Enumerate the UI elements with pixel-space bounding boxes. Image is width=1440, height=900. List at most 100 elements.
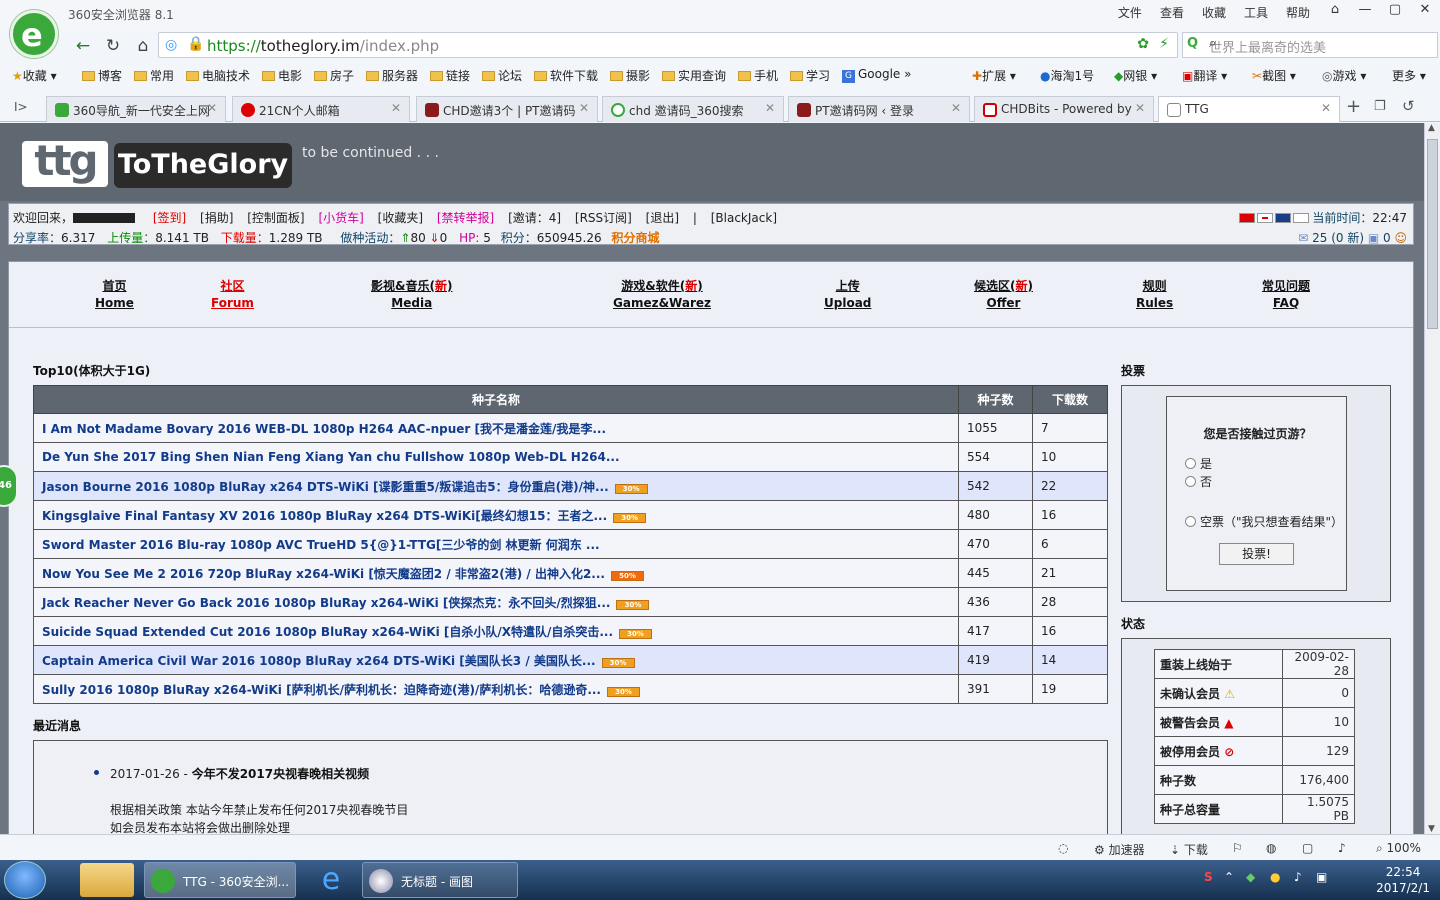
news-item[interactable]: 2017-01-26 - 今年不发2017央视春晚相关视频 bbox=[110, 765, 369, 782]
downloads-count[interactable]: 19 bbox=[1032, 674, 1108, 704]
seed-up-value[interactable]: 80 bbox=[410, 231, 425, 245]
seeders-count[interactable]: 480 bbox=[958, 500, 1033, 530]
bookmark-folder[interactable]: 电脑技术 bbox=[186, 67, 250, 84]
table-row[interactable]: Sword Master 2016 Blu-ray 1080p AVC True… bbox=[33, 529, 1108, 559]
menu-help[interactable]: 帮助 bbox=[1286, 4, 1310, 21]
mail-icon[interactable]: ✉ bbox=[1298, 231, 1308, 245]
tab-chdbits[interactable]: CHDBits - Powered by ✕ bbox=[974, 96, 1154, 122]
seeders-count[interactable]: 445 bbox=[958, 558, 1033, 588]
bookmark-folder[interactable]: 博客 bbox=[82, 67, 122, 84]
seeders-count[interactable]: 554 bbox=[958, 442, 1033, 472]
browser-logo-icon[interactable]: e bbox=[10, 10, 58, 58]
tool-bank[interactable]: ◆网银 ▾ bbox=[1114, 67, 1157, 84]
torrent-name-link[interactable]: Sword Master 2016 Blu-ray 1080p AVC True… bbox=[33, 529, 959, 559]
outbox-count[interactable]: 0 bbox=[1383, 231, 1391, 245]
scroll-down-icon[interactable]: ▼ bbox=[1428, 824, 1435, 834]
torrent-name-link[interactable]: Kingsglaive Final Fantasy XV 2016 1080p … bbox=[33, 500, 959, 530]
downloads-count[interactable]: 16 bbox=[1032, 616, 1108, 646]
tab-close-icon[interactable]: ✕ bbox=[207, 101, 217, 115]
bookmark-google[interactable]: G Google » bbox=[842, 67, 911, 83]
tab-ttg[interactable]: TTG ✕ bbox=[1158, 96, 1340, 122]
security-tray-icon[interactable]: ◆ bbox=[1246, 870, 1255, 884]
taskbar-browser[interactable]: TTG - 360安全浏... bbox=[144, 862, 296, 898]
tray-expand-icon[interactable]: ⌃ bbox=[1224, 870, 1234, 884]
tool-more[interactable]: 更多 ▾ bbox=[1392, 67, 1426, 84]
status-privacy-icon[interactable]: ◌ bbox=[1058, 841, 1068, 855]
torrent-name-link[interactable]: I Am Not Madame Bovary 2016 WEB-DL 1080p… bbox=[33, 413, 959, 443]
bookmark-folder[interactable]: 软件下载 bbox=[534, 67, 598, 84]
scroll-thumb[interactable] bbox=[1427, 139, 1438, 329]
seeders-count[interactable]: 436 bbox=[958, 587, 1033, 617]
minimize-button[interactable]: — bbox=[1350, 0, 1380, 22]
tab-pt-invite-login[interactable]: PT邀请码网 ‹ 登录 ✕ bbox=[788, 96, 970, 122]
tool-extensions[interactable]: ✚扩展 ▾ bbox=[972, 67, 1016, 84]
poll-option-blank[interactable]: 空票（"我只想查看结果"） bbox=[1185, 513, 1343, 530]
bookmark-folder[interactable]: 实用查询 bbox=[662, 67, 726, 84]
tab-close-icon[interactable]: ✕ bbox=[951, 101, 961, 115]
nav-gamez[interactable]: 游戏&软件(新) Gamez&Warez bbox=[613, 278, 711, 312]
downloads-count[interactable]: 6 bbox=[1032, 529, 1108, 559]
torrent-name-link[interactable]: Now You See Me 2 2016 720p BluRay x264-W… bbox=[33, 558, 959, 588]
ttg-logo[interactable]: ttg bbox=[22, 140, 108, 187]
radio-icon[interactable] bbox=[1185, 516, 1196, 527]
tab-chd-invite[interactable]: CHD邀请3个 | PT邀请码 ✕ bbox=[416, 96, 598, 122]
table-row[interactable]: Kingsglaive Final Fantasy XV 2016 1080p … bbox=[33, 500, 1108, 530]
torrent-name-link[interactable]: Suicide Squad Extended Cut 2016 1080p Bl… bbox=[33, 616, 959, 646]
korea-flag-icon[interactable] bbox=[1292, 213, 1309, 223]
downloads-count[interactable]: 16 bbox=[1032, 500, 1108, 530]
search-box[interactable]: Q 世界上最离奇的选美 ⌕ bbox=[1182, 32, 1438, 58]
network-icon[interactable]: ▣ bbox=[1316, 870, 1327, 884]
ie-mode-icon[interactable]: ◎ bbox=[165, 37, 177, 53]
tool-translate[interactable]: ▣翻译 ▾ bbox=[1182, 67, 1227, 84]
360-tray-icon[interactable]: ● bbox=[1270, 870, 1280, 884]
bookmark-folder[interactable]: 论坛 bbox=[482, 67, 522, 84]
site-name[interactable]: ToTheGlory bbox=[114, 143, 292, 188]
download-button[interactable]: ⇣ 下载 bbox=[1170, 841, 1208, 858]
nav-upload[interactable]: 上传 Upload bbox=[824, 278, 871, 312]
control-panel-link[interactable]: [控制面板] bbox=[247, 211, 304, 225]
report-link[interactable]: [禁转举报] bbox=[437, 211, 494, 225]
side-float-badge[interactable]: 46 bbox=[0, 465, 18, 507]
nav-forum[interactable]: 社区 Forum bbox=[211, 278, 254, 312]
address-bar[interactable]: ◎ 🔒 https://totheglory.im/index.php ✿ ⚡ bbox=[158, 32, 1178, 58]
menu-tools[interactable]: 工具 bbox=[1244, 4, 1268, 21]
sidebar-toggle-icon[interactable]: I> bbox=[14, 100, 28, 114]
back-arrow-icon[interactable]: ← bbox=[72, 35, 94, 57]
cart-link[interactable]: [小货车] bbox=[318, 211, 363, 225]
torrent-name-link[interactable]: Captain America Civil War 2016 1080p Blu… bbox=[33, 645, 959, 675]
vertical-scrollbar[interactable]: ▲ ▼ bbox=[1424, 123, 1440, 834]
tab-close-icon[interactable]: ✕ bbox=[579, 101, 589, 115]
japan-flag-icon[interactable] bbox=[1256, 213, 1273, 223]
seed-down-value[interactable]: 0 bbox=[440, 231, 448, 245]
taskbar-paint[interactable]: 无标题 - 画图 bbox=[362, 862, 518, 898]
table-row[interactable]: Now You See Me 2 2016 720p BluRay x264-W… bbox=[33, 558, 1108, 588]
nav-offer[interactable]: 候选区(新) Offer bbox=[974, 278, 1033, 312]
seeders-count[interactable]: 417 bbox=[958, 616, 1033, 646]
speed-mode-icon[interactable]: ⚡ bbox=[1159, 36, 1169, 52]
poll-option-no[interactable]: 否 bbox=[1185, 473, 1212, 490]
bookmark-folder[interactable]: 摄影 bbox=[610, 67, 650, 84]
bookmark-folder[interactable]: 学习 bbox=[790, 67, 830, 84]
torrent-name-link[interactable]: Jack Reacher Never Go Back 2016 1080p Bl… bbox=[33, 587, 959, 617]
downloads-count[interactable]: 21 bbox=[1032, 558, 1108, 588]
nav-faq[interactable]: 常见问题 FAQ bbox=[1262, 278, 1310, 312]
torrent-name-link[interactable]: Sully 2016 1080p BluRay x264-WiKi [萨利机长/… bbox=[33, 674, 959, 704]
downloads-count[interactable]: 28 bbox=[1032, 587, 1108, 617]
refresh-icon[interactable]: ↻ bbox=[102, 35, 124, 57]
radio-icon[interactable] bbox=[1185, 476, 1196, 487]
friends-icon[interactable]: ☺ bbox=[1394, 231, 1407, 245]
bookmark-folder[interactable]: 电影 bbox=[262, 67, 302, 84]
volume-icon[interactable]: ♪ bbox=[1294, 870, 1302, 884]
uk-flag-icon[interactable] bbox=[1274, 213, 1291, 223]
bookmark-folder[interactable]: 房子 bbox=[314, 67, 354, 84]
ie-icon[interactable]: e bbox=[304, 863, 358, 897]
security-check-icon[interactable]: ✿ bbox=[1137, 36, 1149, 52]
table-row[interactable]: Jack Reacher Never Go Back 2016 1080p Bl… bbox=[33, 587, 1108, 617]
skin-icon[interactable]: ⌂ bbox=[1320, 0, 1350, 22]
zoom-button[interactable]: ⌕ 100% bbox=[1376, 841, 1421, 856]
maximize-button[interactable]: ▢ bbox=[1380, 0, 1410, 22]
explorer-folder-icon[interactable] bbox=[80, 863, 134, 897]
tab-close-icon[interactable]: ✕ bbox=[1135, 101, 1145, 115]
seeders-count[interactable]: 419 bbox=[958, 645, 1033, 675]
seeders-count[interactable]: 391 bbox=[958, 674, 1033, 704]
